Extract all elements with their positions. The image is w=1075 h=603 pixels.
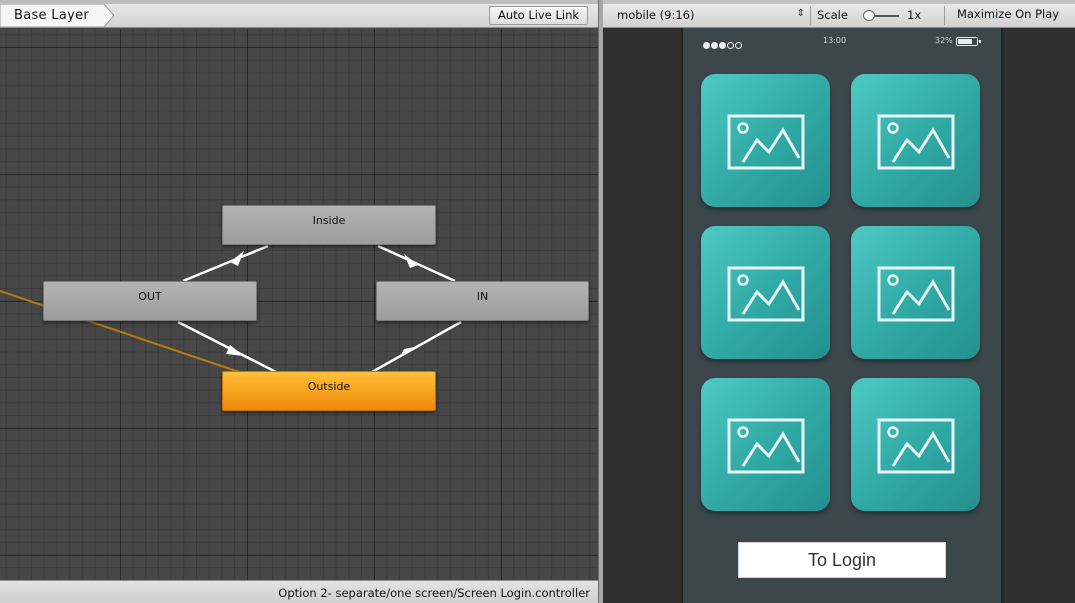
state-inside[interactable]: Inside — [222, 205, 436, 245]
arrow-out-to-inside-icon — [230, 251, 244, 266]
aspect-ratio-value: mobile (9:16) — [617, 8, 695, 22]
image-tile-1[interactable] — [701, 74, 830, 207]
transition-out-to-inside — [182, 244, 269, 283]
game-toolbar: mobile (9:16) ⇕ Scale 1x Maximize On Pla… — [603, 4, 1075, 28]
game-viewport[interactable]: 13:00 32% To Login — [681, 28, 1003, 603]
image-icon — [877, 266, 955, 322]
maximize-on-play-toggle[interactable]: Maximize On Play — [945, 6, 1071, 25]
image-icon — [877, 418, 955, 474]
scale-value: 1x — [907, 8, 922, 22]
state-graph[interactable]: Inside OUT IN Outside — [0, 29, 598, 580]
image-tile-4[interactable] — [851, 226, 980, 359]
animator-status-bar: Option 2- separate/one screen/Screen Log… — [0, 580, 598, 603]
animator-toolbar: Base Layer Auto Live Link — [0, 4, 598, 28]
transition-outside-to-in — [371, 320, 462, 374]
dropdown-arrows-icon: ⇕ — [796, 8, 805, 19]
breadcrumb[interactable]: Base Layer — [0, 4, 114, 27]
image-tile-5[interactable] — [701, 378, 830, 511]
transition-out-to-outside — [177, 320, 277, 374]
layer-name: Base Layer — [14, 8, 90, 23]
arrow-in-to-inside-icon — [404, 254, 418, 268]
state-outside-label: Outside — [307, 380, 351, 393]
state-out-label: OUT — [138, 290, 162, 303]
state-in[interactable]: IN — [376, 281, 589, 321]
phone-status-bar: 13:00 32% — [681, 28, 1003, 56]
image-tile-2[interactable] — [851, 74, 980, 207]
auto-live-link-button[interactable]: Auto Live Link — [489, 6, 588, 25]
scale-control: Scale 1x — [811, 6, 943, 25]
state-out[interactable]: OUT — [43, 281, 257, 321]
image-icon — [727, 266, 805, 322]
state-inside-label: Inside — [312, 214, 346, 227]
to-login-button[interactable]: To Login — [738, 542, 946, 578]
animator-window: Base Layer Auto Live Link Inside OUT IN … — [0, 0, 598, 603]
battery-percent: 32% — [935, 36, 953, 45]
signal-dots-icon — [703, 38, 743, 49]
battery-icon — [956, 37, 981, 46]
state-outside-default[interactable]: Outside — [222, 371, 436, 411]
image-icon — [727, 418, 805, 474]
phone-clock: 13:00 — [823, 36, 847, 45]
aspect-ratio-dropdown[interactable]: mobile (9:16) ⇕ — [607, 6, 809, 25]
scale-slider[interactable] — [863, 10, 899, 21]
game-window: mobile (9:16) ⇕ Scale 1x Maximize On Pla… — [603, 0, 1075, 603]
image-icon — [727, 114, 805, 170]
state-in-label: IN — [476, 290, 489, 303]
scale-label: Scale — [817, 8, 848, 22]
slider-knob[interactable] — [863, 10, 875, 21]
image-tile-3[interactable] — [701, 226, 830, 359]
image-tile-6[interactable] — [851, 378, 980, 511]
transition-in-to-inside — [377, 244, 456, 283]
arrow-outside-to-in-icon — [400, 347, 415, 357]
image-icon — [877, 114, 955, 170]
controller-path: Option 2- separate/one screen/Screen Log… — [278, 586, 590, 600]
